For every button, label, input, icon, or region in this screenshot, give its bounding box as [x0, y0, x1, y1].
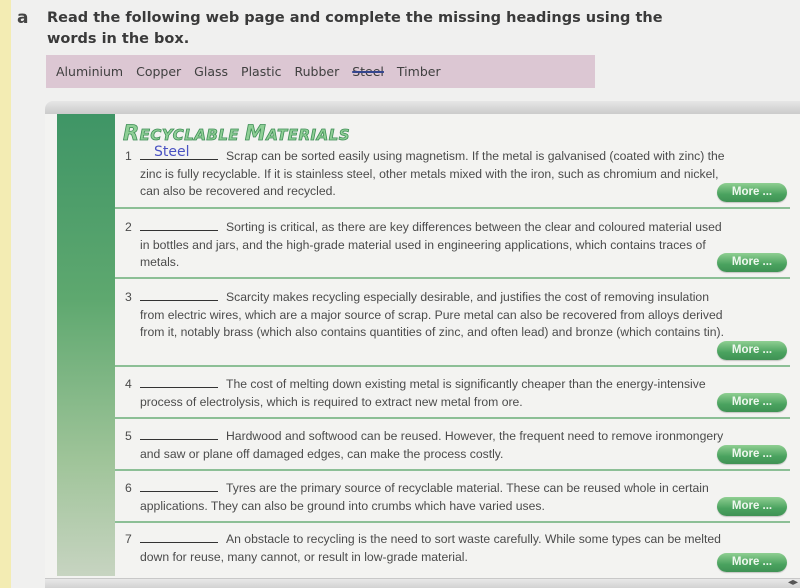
answer-blank[interactable] [140, 480, 218, 492]
entry-number: 5 [125, 429, 132, 443]
entry-number: 6 [125, 481, 132, 495]
entry-text: Scarcity makes recycling especially desi… [140, 289, 730, 342]
entry-number: 2 [125, 220, 132, 234]
entry-5: 5 Hardwood and softwood can be reused. H… [115, 428, 790, 471]
entry-text: Steel Scrap can be sorted easily using ma… [140, 144, 730, 201]
page-margin-strip [0, 0, 11, 588]
exercise-letter: a [17, 8, 29, 28]
web-page-bottom-bar [45, 578, 800, 588]
more-button[interactable]: More ... [717, 445, 787, 464]
entry-body: Scarcity makes recycling especially desi… [140, 290, 724, 339]
entry-body: Scrap can be sorted easily using magneti… [140, 149, 725, 198]
answer-blank[interactable] [140, 428, 218, 440]
entry-text: Tyres are the primary source of recyclab… [140, 480, 730, 515]
more-button[interactable]: More ... [717, 497, 787, 516]
entry-number: 4 [125, 377, 132, 391]
word-aluminium: Aluminium [56, 64, 124, 79]
scroll-arrows-icon[interactable]: ◂▸ [788, 577, 798, 588]
more-button[interactable]: More ... [717, 553, 787, 572]
entry-text: An obstacle to recycling is the need to … [140, 531, 730, 566]
answer-blank[interactable] [140, 531, 218, 543]
word-copper: Copper [136, 64, 182, 79]
entry-7: 7 An obstacle to recycling is the need t… [115, 531, 790, 577]
web-page-top-bar [45, 101, 800, 115]
more-button[interactable]: More ... [717, 183, 787, 202]
handwritten-answer: Steel [154, 144, 190, 160]
word-glass: Glass [194, 64, 229, 79]
title-initial-r: R [123, 121, 140, 146]
entry-body: Sorting is critical, as there are key di… [140, 220, 722, 269]
entry-3: 3 Scarcity makes recycling especially de… [115, 289, 790, 367]
entry-number: 1 [125, 149, 132, 163]
entry-2: 2 Sorting is critical, as there are key … [115, 219, 790, 279]
entry-number: 3 [125, 290, 132, 304]
web-page-sidebar [57, 114, 115, 576]
entry-body: The cost of melting down existing metal … [140, 377, 706, 409]
entry-text: Sorting is critical, as there are key di… [140, 219, 730, 272]
title-word-1: ECYCLABLE [139, 126, 245, 145]
entry-number: 7 [125, 532, 132, 546]
entry-text: The cost of melting down existing metal … [140, 376, 730, 411]
answer-blank[interactable] [140, 376, 218, 388]
answer-blank[interactable]: Steel [140, 144, 218, 160]
title-word-2: ATERIALS [266, 126, 351, 145]
more-button[interactable]: More ... [717, 393, 787, 412]
answer-blank[interactable] [140, 219, 218, 231]
word-plastic: Plastic [241, 64, 282, 79]
entry-text: Hardwood and softwood can be reused. How… [140, 428, 730, 463]
entry-4: 4 The cost of melting down existing meta… [115, 376, 790, 419]
entry-6: 6 Tyres are the primary source of recycl… [115, 480, 790, 523]
word-steel-crossed: Steel [352, 64, 384, 79]
title-initial-m: M [244, 121, 267, 146]
entry-body: Tyres are the primary source of recyclab… [140, 481, 709, 513]
site-title: RECYCLABLE MATERIALS [123, 121, 351, 146]
word-box: Aluminium Copper Glass Plastic Rubber St… [46, 55, 595, 88]
answer-blank[interactable] [140, 289, 218, 301]
entry-1: 1 Steel Scrap can be sorted easily using … [115, 144, 790, 209]
word-timber: Timber [396, 64, 441, 79]
entry-body: An obstacle to recycling is the need to … [140, 532, 721, 564]
entry-body: Hardwood and softwood can be reused. How… [140, 429, 724, 461]
exercise-instruction: Read the following web page and complete… [47, 10, 663, 47]
word-rubber: Rubber [294, 64, 340, 79]
more-button[interactable]: More ... [717, 253, 787, 272]
more-button[interactable]: More ... [717, 341, 787, 360]
